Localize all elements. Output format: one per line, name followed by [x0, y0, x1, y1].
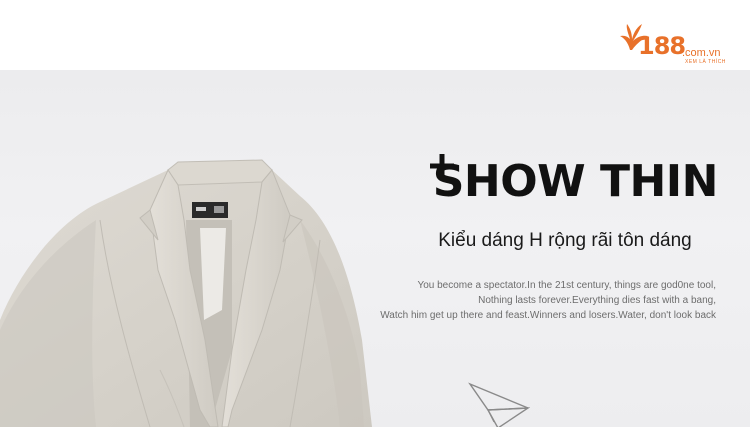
- description-line: Watch him get up there and feast.Winners…: [380, 310, 716, 321]
- product-banner: SHOW THIN Kiểu dáng H rộng rãi tôn dáng …: [0, 70, 750, 427]
- banner-description: You become a spectator.In the 21st centu…: [356, 278, 716, 323]
- banner-headline: SHOW THIN: [432, 156, 719, 207]
- top-bar: 188 .com.vn XEM LÀ THÍCH: [0, 0, 750, 70]
- paper-plane-icon: [468, 382, 530, 427]
- logo-domain: .com.vn: [682, 47, 721, 59]
- logo-number: 188: [638, 32, 686, 60]
- site-logo[interactable]: 188 .com.vn XEM LÀ THÍCH: [618, 22, 736, 70]
- banner-subtitle: Kiểu dáng H rộng rãi tôn dáng: [438, 230, 692, 251]
- description-line: Nothing lasts forever.Everything dies fa…: [478, 295, 716, 306]
- description-line: You become a spectator.In the 21st centu…: [417, 280, 716, 291]
- logo-tagline: XEM LÀ THÍCH: [685, 59, 726, 65]
